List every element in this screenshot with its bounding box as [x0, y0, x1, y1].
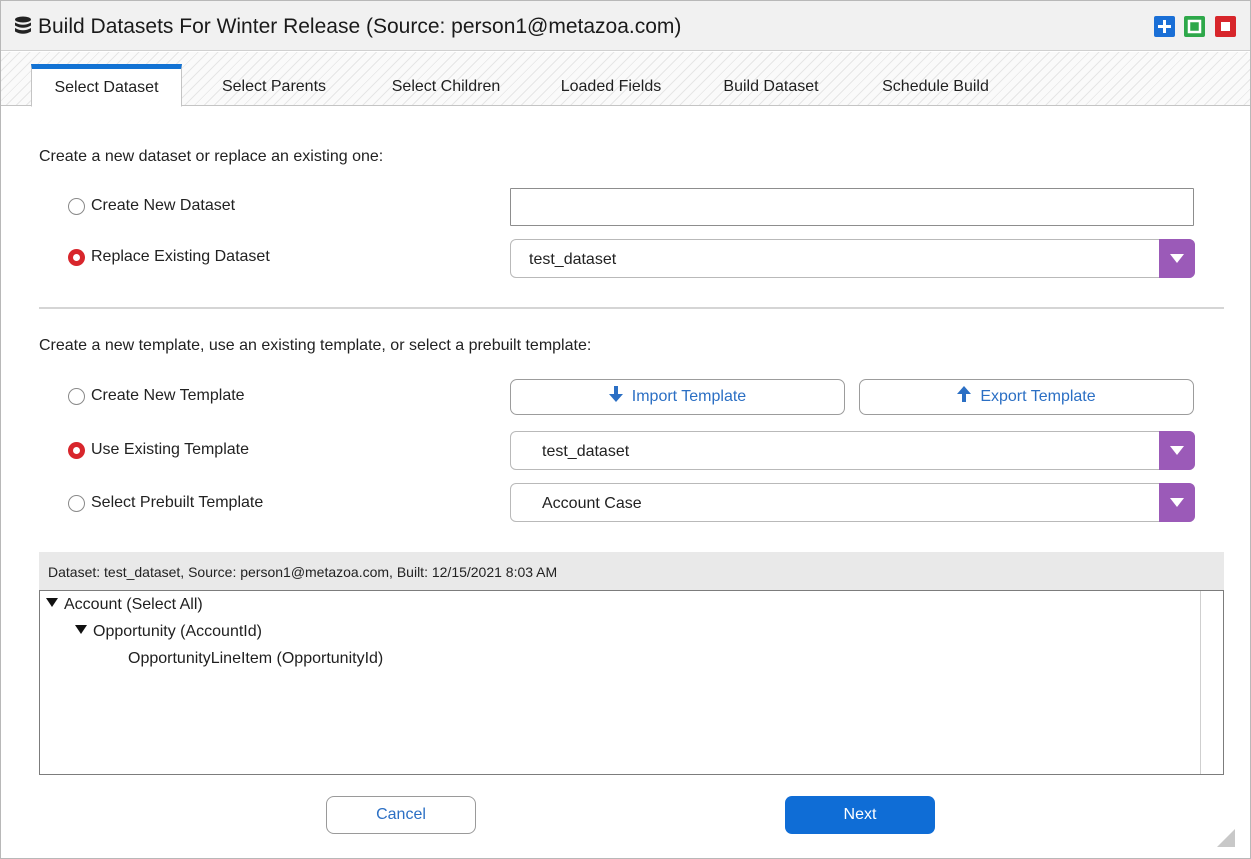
- expand-triangle-icon[interactable]: [75, 625, 87, 634]
- close-button[interactable]: [1215, 16, 1236, 37]
- create-new-template-label: Create New Template: [91, 387, 245, 404]
- add-window-button[interactable]: [1154, 16, 1175, 37]
- close-icon: [1221, 22, 1230, 31]
- existing-dataset-value: test_dataset: [529, 251, 617, 268]
- tab-bar: Select Dataset Select Parents Select Chi…: [1, 52, 1250, 107]
- dropdown-arrow[interactable]: [1159, 431, 1195, 470]
- cancel-button[interactable]: Cancel: [326, 796, 476, 834]
- tab-schedule-build[interactable]: Schedule Build: [857, 64, 1014, 107]
- tab-loaded-fields[interactable]: Loaded Fields: [538, 64, 684, 107]
- title-bar: Build Datasets For Winter Release (Sourc…: [1, 1, 1250, 51]
- dataset-section-prompt: Create a new dataset or replace an exist…: [39, 148, 384, 165]
- database-icon: [15, 16, 31, 34]
- section-divider: [39, 307, 1224, 309]
- export-template-label: Export Template: [980, 388, 1096, 405]
- select-prebuilt-template-label: Select Prebuilt Template: [91, 494, 264, 511]
- create-new-template-radio[interactable]: [68, 388, 85, 405]
- tree-item-opportunity[interactable]: Opportunity (AccountId): [75, 623, 262, 641]
- create-new-dataset-option[interactable]: Create New Dataset: [68, 195, 328, 219]
- use-existing-template-label: Use Existing Template: [91, 441, 249, 458]
- tree-item-opportunity-line-item[interactable]: OpportunityLineItem (OpportunityId): [128, 650, 383, 668]
- chevron-down-icon: [1170, 446, 1184, 455]
- export-template-button[interactable]: Export Template: [859, 379, 1194, 415]
- tree-item-label: Opportunity (AccountId): [93, 623, 262, 640]
- dataset-builder-window: Build Datasets For Winter Release (Sourc…: [0, 0, 1251, 859]
- replace-existing-dataset-radio[interactable]: [68, 249, 85, 266]
- object-tree: Account (Select All) Opportunity (Accoun…: [39, 590, 1224, 775]
- create-new-template-option[interactable]: Create New Template: [68, 385, 328, 409]
- dataset-info-header: Dataset: test_dataset, Source: person1@m…: [39, 552, 1224, 590]
- dropdown-arrow[interactable]: [1159, 239, 1195, 278]
- tab-select-children[interactable]: Select Children: [366, 64, 526, 107]
- prebuilt-template-select[interactable]: Account Case: [510, 483, 1195, 522]
- import-template-label: Import Template: [631, 388, 747, 405]
- select-prebuilt-template-radio[interactable]: [68, 495, 85, 512]
- tree-item-label: OpportunityLineItem (OpportunityId): [128, 650, 384, 667]
- next-button[interactable]: Next: [785, 796, 935, 834]
- window-title: Build Datasets For Winter Release (Sourc…: [38, 15, 682, 38]
- existing-dataset-select[interactable]: test_dataset: [510, 239, 1195, 278]
- chevron-down-icon: [1170, 498, 1184, 507]
- tree-scrollbar[interactable]: [1200, 591, 1223, 774]
- tree-item-account[interactable]: Account (Select All): [46, 596, 203, 614]
- arrow-down-icon: [608, 386, 623, 402]
- select-prebuilt-template-option[interactable]: Select Prebuilt Template: [68, 492, 328, 516]
- expand-triangle-icon[interactable]: [46, 598, 58, 607]
- tab-select-dataset[interactable]: Select Dataset: [31, 64, 182, 107]
- tab-select-parents[interactable]: Select Parents: [196, 64, 352, 107]
- new-dataset-name-input[interactable]: [510, 188, 1194, 226]
- existing-template-select[interactable]: test_dataset: [510, 431, 1195, 470]
- plus-icon: [1158, 20, 1171, 33]
- use-existing-template-option[interactable]: Use Existing Template: [68, 439, 328, 463]
- prebuilt-template-value: Account Case: [542, 495, 642, 512]
- arrow-up-icon: [957, 386, 972, 402]
- replace-existing-dataset-option[interactable]: Replace Existing Dataset: [68, 246, 328, 270]
- use-existing-template-radio[interactable]: [68, 442, 85, 459]
- resize-grip-icon[interactable]: [1213, 825, 1237, 849]
- maximize-button[interactable]: [1184, 16, 1205, 37]
- template-section-prompt: Create a new template, use an existing t…: [39, 337, 592, 354]
- create-new-dataset-radio[interactable]: [68, 198, 85, 215]
- tree-item-label: Account (Select All): [64, 596, 203, 613]
- tab-build-dataset[interactable]: Build Dataset: [699, 64, 843, 107]
- replace-existing-dataset-label: Replace Existing Dataset: [91, 248, 270, 265]
- maximize-icon: [1187, 19, 1202, 34]
- chevron-down-icon: [1170, 254, 1184, 263]
- import-template-button[interactable]: Import Template: [510, 379, 845, 415]
- dataset-info-text: Dataset: test_dataset, Source: person1@m…: [48, 564, 558, 580]
- create-new-dataset-label: Create New Dataset: [91, 197, 236, 214]
- dropdown-arrow[interactable]: [1159, 483, 1195, 522]
- existing-template-value: test_dataset: [542, 443, 630, 460]
